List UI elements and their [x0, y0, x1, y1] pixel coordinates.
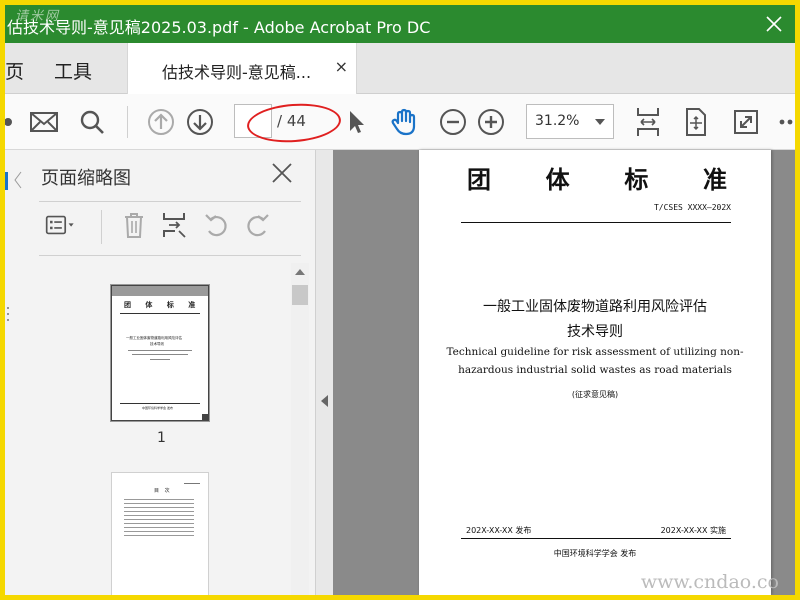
sidebar-toggle-icon[interactable] — [5, 150, 27, 595]
thumbnail-text-line — [128, 350, 192, 351]
panel-separator — [101, 210, 102, 244]
chinese-title-line2: 技术导则 — [567, 324, 623, 340]
footer-rule — [461, 538, 731, 539]
scrollbar-thumb[interactable] — [292, 285, 308, 305]
fullscreen-icon[interactable] — [729, 105, 763, 139]
thumbnail-text-line — [124, 531, 194, 532]
rotate-left-icon[interactable] — [201, 208, 233, 242]
zoom-out-icon[interactable] — [436, 105, 470, 139]
thumbnail-options-icon[interactable] — [45, 208, 77, 242]
thumbnail-page-number: 1 — [157, 430, 166, 446]
fit-width-icon[interactable] — [631, 105, 665, 139]
header-rule — [461, 222, 731, 223]
english-title-line1: Technical guideline for risk assessment … — [446, 346, 744, 358]
select-cursor-icon[interactable] — [339, 105, 373, 139]
tab-home[interactable]: 页 — [5, 57, 24, 84]
title-char: 体 — [545, 165, 570, 194]
zoom-value: 31.2% — [535, 113, 580, 129]
extract-page-icon[interactable] — [158, 208, 190, 242]
standard-code: T/CSES XXXX—202X — [653, 203, 731, 212]
scroll-up-icon[interactable] — [295, 269, 305, 275]
window-close-button[interactable] — [761, 11, 787, 37]
publish-date: 202X-XX-XX 发布 — [466, 526, 532, 535]
thumbnail-text-line — [124, 503, 194, 504]
page-thumbnail-1[interactable]: 团 体 标 准 一般工业固体废物道路利用风险评估 技术导则 中国环境科学学会 发… — [111, 285, 209, 421]
thumbnail-text-line — [124, 507, 194, 508]
print-icon[interactable] — [5, 105, 25, 139]
acrobat-window: 请米网 估技术导则-意见稿2025.03.pdf - Adobe Acrobat… — [5, 5, 795, 595]
window-title: 估技术导则-意见稿2025.03.pdf - Adobe Acrobat Pro… — [7, 18, 431, 37]
document-page: 团 体 标 准 T/CSES XXXX—202X 一般工业固体废物道路利用风险评… — [419, 150, 771, 595]
thumbnail-title: 团 体 标 准 — [124, 301, 202, 309]
thumbnail-text-line — [124, 519, 194, 520]
mail-icon[interactable] — [27, 105, 61, 139]
divider — [39, 201, 301, 202]
delete-page-icon[interactable] — [118, 208, 150, 242]
thumbnail-panel: 页面缩略图 团 体 标 准 一般工业固体废物道路利用风险评估 技术导则 中国环境… — [27, 150, 315, 595]
search-icon[interactable] — [75, 105, 109, 139]
thumbnail-text-line — [124, 515, 194, 516]
thumbnail-text-line — [124, 523, 194, 524]
chevron-down-icon — [595, 119, 605, 125]
close-icon — [766, 16, 782, 32]
thumbnail-text-line — [150, 359, 170, 360]
implement-date: 202X-XX-XX 实施 — [660, 526, 726, 535]
thumbnail-text-line — [184, 483, 200, 484]
zoom-in-icon[interactable] — [474, 105, 508, 139]
tab-document[interactable]: 估技术导则-意见稿... × — [127, 43, 357, 94]
thumbnail-text-line — [124, 535, 194, 536]
title-bar: 请米网 估技术导则-意见稿2025.03.pdf - Adobe Acrobat… — [5, 5, 795, 43]
thumbnail-line: 技术导则 — [150, 342, 164, 346]
site-watermark: www.cndao.co — [640, 571, 779, 593]
panel-close-icon[interactable] — [271, 162, 293, 184]
toolbar-separator — [127, 106, 128, 138]
previous-page-icon[interactable] — [144, 105, 178, 139]
publisher: 中国环境科学学会 发布 — [553, 549, 637, 558]
tab-tools[interactable]: 工具 — [54, 57, 92, 84]
title-char: 标 — [624, 165, 649, 194]
document-viewport: 团 体 标 准 T/CSES XXXX—202X 一般工业固体废物道路利用风险评… — [333, 150, 795, 595]
standard-title: 团 体 标 准 — [467, 160, 727, 195]
page-thumbnail-2[interactable]: 目 次 — [111, 472, 209, 595]
thumbnail-footer: 中国环境科学学会 发布 — [142, 406, 173, 410]
hand-tool-icon[interactable] — [387, 105, 421, 139]
thumbnail-resize-handle[interactable] — [202, 414, 208, 420]
thumbnail-text-line — [124, 511, 194, 512]
tab-bar: 页 工具 估技术导则-意见稿... × — [5, 43, 795, 94]
chinese-title-line1: 一般工业固体废物道路利用风险评估 — [483, 299, 707, 315]
title-char: 准 — [702, 165, 727, 194]
thumbnail-rule — [120, 403, 200, 404]
draft-note: (征求意见稿) — [571, 390, 619, 399]
zoom-select[interactable]: 31.2% — [526, 104, 614, 139]
thumbnail-line: 一般工业固体废物道路利用风险评估 — [126, 336, 182, 340]
thumbnail-scrollbar[interactable] — [291, 263, 309, 595]
rotate-right-icon[interactable] — [241, 208, 273, 242]
panel-title: 页面缩略图 — [41, 168, 131, 189]
divider — [39, 255, 301, 256]
thumbnail-text-line — [124, 499, 194, 500]
panel-splitter[interactable] — [315, 150, 334, 595]
collapse-panel-icon[interactable] — [321, 395, 328, 407]
thumbnail-header-band — [112, 286, 208, 296]
next-page-icon[interactable] — [183, 105, 217, 139]
thumbnail-text-line — [124, 527, 194, 528]
more-options-icon[interactable] — [771, 105, 795, 139]
title-char: 团 — [467, 165, 491, 194]
toolbar: / 44 31.2% — [5, 94, 795, 150]
rotate-page-icon[interactable] — [679, 105, 713, 139]
english-title-line2: hazardous industrial solid wastes as roa… — [458, 364, 732, 376]
thumbnail-rule — [120, 313, 200, 314]
tab-close-icon[interactable]: × — [335, 57, 348, 76]
thumbnail-title: 目 次 — [154, 488, 172, 494]
thumbnail-text-line — [132, 354, 188, 355]
left-nav-strip — [5, 150, 28, 595]
document-tab-label: 估技术导则-意见稿... — [162, 63, 312, 82]
